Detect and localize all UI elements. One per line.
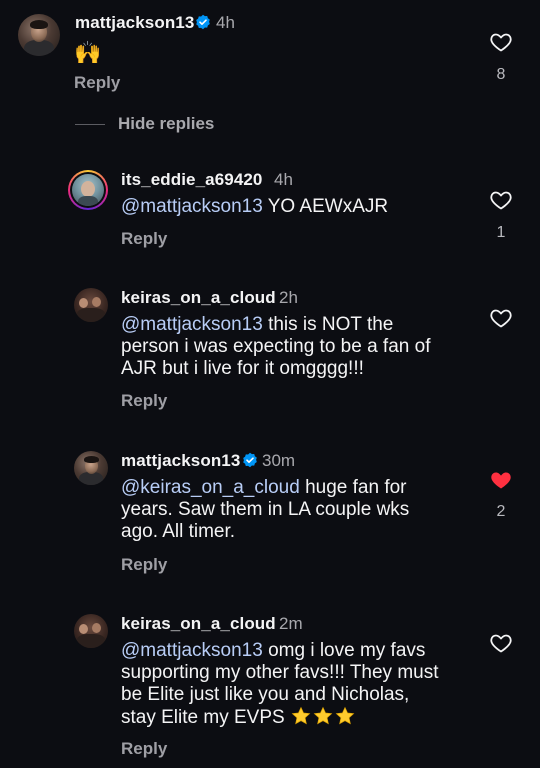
reply-button[interactable]: Reply: [121, 555, 167, 575]
reply-button[interactable]: Reply: [121, 229, 167, 249]
comment-username[interactable]: mattjackson13: [75, 13, 194, 33]
comment-time: 2h: [279, 288, 298, 307]
mention-link[interactable]: @mattjackson13: [121, 314, 263, 335]
reply-button[interactable]: Reply: [74, 73, 120, 93]
heart-icon[interactable]: [489, 188, 513, 212]
hide-replies-button[interactable]: Hide replies: [118, 114, 214, 134]
like-count: 2: [496, 503, 506, 520]
comment-username[interactable]: mattjackson13: [121, 451, 240, 471]
comment-text: @keiras_on_a_cloud huge fan for years. S…: [121, 477, 410, 542]
comment-time: 30m: [262, 451, 296, 470]
mention-link[interactable]: @keiras_on_a_cloud: [121, 477, 300, 498]
comment-text: @mattjackson13 YO AEWxAJR: [121, 196, 389, 217]
heart-filled-icon[interactable]: [489, 468, 513, 492]
like-count: 1: [496, 224, 506, 241]
heart-icon[interactable]: [489, 306, 513, 330]
avatar-mattjackson13[interactable]: [18, 14, 60, 56]
comment-time: 4h: [274, 170, 293, 189]
comment-text: @mattjackson13 omg i love my favs suppor…: [121, 640, 439, 728]
mention-link[interactable]: @mattjackson13: [121, 196, 263, 217]
mention-link[interactable]: @mattjackson13: [121, 640, 263, 661]
reply-button[interactable]: Reply: [121, 391, 167, 411]
star-emoji: [291, 706, 311, 725]
hide-replies-divider: [75, 124, 105, 125]
heart-icon[interactable]: [489, 631, 513, 655]
like-count: 8: [496, 66, 506, 83]
avatar-keiras[interactable]: [74, 288, 108, 322]
avatar-mattjackson13[interactable]: [74, 451, 108, 485]
star-emoji: [313, 706, 333, 725]
comment-username[interactable]: keiras_on_a_cloud: [121, 288, 276, 308]
verified-badge-icon: [196, 14, 210, 30]
heart-icon[interactable]: [489, 30, 513, 54]
avatar-keiras[interactable]: [74, 614, 108, 648]
comment-username[interactable]: its_eddie_a69420: [121, 170, 262, 190]
comment-time: 4h: [216, 13, 235, 32]
star-emoji: [335, 706, 355, 725]
star-emojis: [291, 706, 355, 726]
avatar-story-ring[interactable]: [68, 170, 108, 210]
comment-text: @mattjackson13 this is NOT the person i …: [121, 314, 431, 379]
verified-badge-icon: [243, 452, 257, 468]
comment-username[interactable]: keiras_on_a_cloud: [121, 614, 276, 634]
comment-text: 🙌: [74, 40, 102, 65]
comment-time: 2m: [279, 614, 303, 633]
reply-button[interactable]: Reply: [121, 739, 167, 759]
